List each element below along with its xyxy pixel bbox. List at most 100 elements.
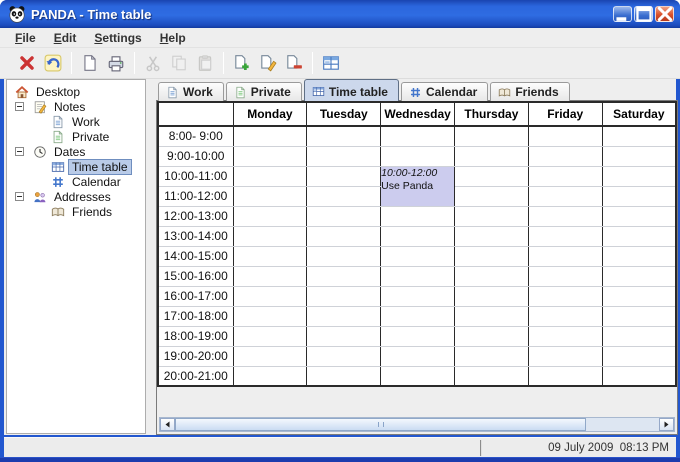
timetable-cell[interactable] bbox=[602, 166, 677, 187]
sidebar-item-addresses[interactable]: Addresses bbox=[7, 189, 145, 204]
menu-help[interactable]: Help bbox=[151, 29, 195, 47]
timetable-cell[interactable] bbox=[528, 126, 603, 147]
timetable-cell[interactable] bbox=[528, 286, 603, 307]
undo-button[interactable] bbox=[40, 50, 66, 76]
timetable-cell[interactable] bbox=[454, 226, 529, 247]
timetable-cell[interactable] bbox=[528, 246, 603, 267]
timetable-cell[interactable] bbox=[233, 226, 308, 247]
timetable-cell[interactable] bbox=[306, 246, 382, 267]
timetable-cell[interactable] bbox=[528, 186, 603, 207]
timetable-cell[interactable] bbox=[380, 266, 455, 287]
timetable-cell[interactable] bbox=[454, 246, 529, 267]
sidebar-item-private[interactable]: Private bbox=[7, 129, 145, 144]
timetable-cell[interactable] bbox=[380, 346, 455, 367]
timetable-cell[interactable] bbox=[454, 186, 529, 207]
timetable-cell[interactable] bbox=[380, 326, 455, 347]
timetable-cell[interactable] bbox=[233, 326, 308, 347]
timetable-cell[interactable] bbox=[306, 286, 382, 307]
timetable-cell[interactable] bbox=[454, 266, 529, 287]
timetable-cell[interactable] bbox=[306, 346, 382, 367]
timetable-cell[interactable] bbox=[454, 306, 529, 327]
timetable-cell[interactable] bbox=[602, 126, 677, 147]
timetable-cell[interactable] bbox=[602, 226, 677, 247]
timetable-cell[interactable] bbox=[380, 286, 455, 307]
timetable-cell[interactable] bbox=[306, 306, 382, 327]
timetable-cell[interactable] bbox=[233, 146, 308, 167]
event-cell-use-panda[interactable]: 10:00-12:00 Use Panda bbox=[380, 166, 455, 207]
tree-expander-icon[interactable] bbox=[15, 102, 33, 111]
timetable-cell[interactable] bbox=[454, 286, 529, 307]
tab-work[interactable]: Work bbox=[158, 82, 224, 101]
timetable-cell[interactable] bbox=[454, 166, 529, 187]
timetable-cell[interactable] bbox=[454, 146, 529, 167]
timetable-cell[interactable] bbox=[380, 126, 455, 147]
timetable-cell[interactable] bbox=[380, 226, 455, 247]
timetable-cell[interactable] bbox=[233, 126, 308, 147]
timetable-cell[interactable] bbox=[528, 206, 603, 227]
tab-friends[interactable]: Friends bbox=[490, 82, 570, 101]
timetable-cell[interactable] bbox=[233, 366, 308, 387]
add-entry-button[interactable] bbox=[229, 50, 255, 76]
maximize-button[interactable] bbox=[634, 6, 653, 22]
tab-private[interactable]: Private bbox=[225, 82, 302, 101]
edit-entry-button[interactable] bbox=[255, 50, 281, 76]
tab-calendar[interactable]: Calendar bbox=[400, 82, 489, 101]
timetable-cell[interactable] bbox=[602, 346, 677, 367]
title-bar[interactable]: PANDA - Time table bbox=[0, 0, 680, 28]
horizontal-scrollbar[interactable] bbox=[159, 417, 675, 432]
timetable-cell[interactable] bbox=[306, 206, 382, 227]
timetable-cell[interactable] bbox=[233, 246, 308, 267]
timetable-cell[interactable] bbox=[602, 146, 677, 167]
timetable-cell[interactable] bbox=[380, 146, 455, 167]
new-button[interactable] bbox=[77, 50, 103, 76]
sidebar-item-calendar[interactable]: Calendar bbox=[7, 174, 145, 189]
timetable-cell[interactable] bbox=[306, 166, 382, 187]
timetable-cell[interactable] bbox=[380, 366, 455, 387]
timetable-cell[interactable] bbox=[454, 346, 529, 367]
sidebar-item-time-table[interactable]: Time table bbox=[7, 158, 145, 175]
sidebar-item-desktop[interactable]: Desktop bbox=[7, 84, 145, 99]
timetable-cell[interactable] bbox=[233, 266, 308, 287]
timetable-cell[interactable] bbox=[380, 206, 455, 227]
timetable-cell[interactable] bbox=[233, 306, 308, 327]
timetable-cell[interactable] bbox=[602, 366, 677, 387]
close-button[interactable] bbox=[655, 6, 674, 22]
timetable-cell[interactable] bbox=[528, 366, 603, 387]
timetable-cell[interactable] bbox=[528, 146, 603, 167]
timetable-cell[interactable] bbox=[454, 366, 529, 387]
timetable-cell[interactable] bbox=[602, 186, 677, 207]
timetable-cell[interactable] bbox=[233, 166, 308, 187]
tree-expander-icon[interactable] bbox=[15, 147, 33, 156]
exit-button[interactable] bbox=[14, 50, 40, 76]
timetable-cell[interactable] bbox=[306, 326, 382, 347]
timetable-cell[interactable] bbox=[454, 326, 529, 347]
timetable-cell[interactable] bbox=[602, 206, 677, 227]
timetable-cell[interactable] bbox=[602, 326, 677, 347]
timetable-cell[interactable] bbox=[528, 226, 603, 247]
timetable-cell[interactable] bbox=[602, 286, 677, 307]
scroll-left-button[interactable] bbox=[160, 418, 175, 431]
timetable-cell[interactable] bbox=[602, 306, 677, 327]
menu-settings[interactable]: Settings bbox=[85, 29, 150, 47]
timetable-cell[interactable] bbox=[306, 126, 382, 147]
timetable-cell[interactable] bbox=[454, 206, 529, 227]
timetable-cell[interactable] bbox=[233, 206, 308, 227]
timetable-cell[interactable] bbox=[602, 266, 677, 287]
sidebar-item-dates[interactable]: Dates bbox=[7, 144, 145, 159]
tree-expander-icon[interactable] bbox=[15, 192, 33, 201]
sidebar-item-friends[interactable]: Friends bbox=[7, 204, 145, 219]
menu-edit[interactable]: Edit bbox=[45, 29, 86, 47]
minimize-button[interactable] bbox=[613, 6, 632, 22]
timetable-cell[interactable] bbox=[306, 266, 382, 287]
timetable-cell[interactable] bbox=[454, 126, 529, 147]
timetable-cell[interactable] bbox=[528, 306, 603, 327]
tab-time-table[interactable]: Time table bbox=[303, 79, 399, 101]
timetable-cell[interactable] bbox=[380, 246, 455, 267]
timetable-cell[interactable] bbox=[380, 306, 455, 327]
timetable-cell[interactable] bbox=[528, 266, 603, 287]
timetable-cell[interactable] bbox=[233, 286, 308, 307]
timetable-cell[interactable] bbox=[306, 146, 382, 167]
timetable-cell[interactable] bbox=[306, 226, 382, 247]
timetable-cell[interactable] bbox=[233, 186, 308, 207]
timetable-cell[interactable] bbox=[306, 366, 382, 387]
